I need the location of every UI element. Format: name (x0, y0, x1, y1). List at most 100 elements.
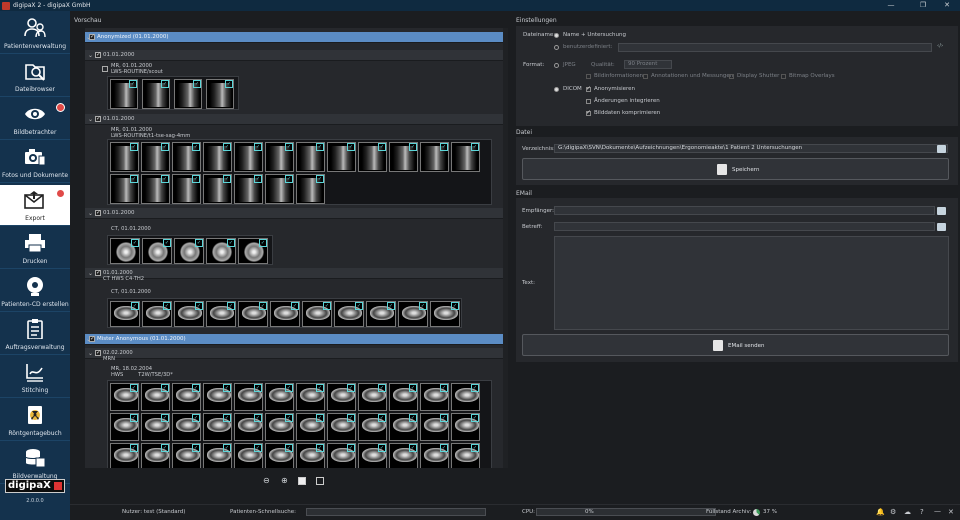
image-thumbnail[interactable] (358, 142, 387, 172)
preview-scrollbar[interactable] (503, 28, 508, 468)
image-thumbnail[interactable] (302, 301, 332, 327)
study-row[interactable]: ⌄ 01.01.2000 (85, 114, 503, 125)
settings-icon[interactable]: ⚙ (890, 508, 896, 516)
image-thumbnail[interactable] (234, 383, 263, 411)
image-thumbnail[interactable] (296, 413, 325, 441)
collapse-arrow-icon[interactable]: ⌄ (88, 52, 93, 59)
preview-tree[interactable]: ⌄ Anonymized (01.01.2000) ⌄ 01.01.2000 M… (85, 28, 503, 468)
image-thumbnail[interactable] (203, 443, 232, 468)
study-checkbox[interactable] (95, 209, 101, 216)
collapse-arrow-icon[interactable]: ⌄ (88, 210, 93, 217)
image-thumbnail[interactable] (327, 413, 356, 441)
email-text-area[interactable] (554, 236, 949, 330)
image-thumbnail[interactable] (172, 443, 201, 468)
restore-button[interactable]: ❐ (912, 0, 934, 11)
image-thumbnail[interactable] (234, 413, 263, 441)
image-thumbnail[interactable] (265, 142, 294, 172)
image-thumbnail[interactable] (141, 443, 170, 468)
image-thumbnail[interactable] (389, 383, 418, 411)
image-thumbnail[interactable] (206, 238, 236, 264)
sidebar-item-drucken[interactable]: Drucken (0, 228, 70, 269)
image-thumbnail[interactable] (174, 301, 204, 327)
shutter-checkbox[interactable] (729, 74, 734, 79)
image-thumbnail[interactable] (172, 413, 201, 441)
image-thumbnail[interactable] (265, 383, 294, 411)
minimize-button[interactable]: — (880, 0, 902, 11)
image-thumbnail[interactable] (234, 443, 263, 468)
image-thumbnail[interactable] (142, 79, 170, 109)
image-thumbnail[interactable] (389, 142, 418, 172)
email-senden-button[interactable]: EMail senden (522, 334, 949, 356)
verzeichnis-input[interactable]: G:\digipaX\SVN\Dokumente\Aufzeichnungen\… (554, 144, 948, 153)
sidebar-item-stitching[interactable]: Stitching (0, 357, 70, 398)
image-thumbnail[interactable] (358, 413, 387, 441)
image-thumbnail[interactable] (420, 443, 449, 468)
image-thumbnail[interactable] (389, 413, 418, 441)
patient-checkbox[interactable] (89, 33, 95, 40)
radio-jpeg[interactable] (554, 63, 559, 68)
image-thumbnail[interactable] (203, 413, 232, 441)
aenderungen-checkbox[interactable] (586, 99, 591, 104)
sidebar-item-bildverwaltung[interactable]: Bildverwaltung (0, 443, 70, 484)
sidebar-item-patientenverwaltung[interactable]: Patientenverwaltung (0, 13, 70, 54)
image-thumbnail[interactable] (234, 174, 263, 204)
image-thumbnail[interactable] (420, 413, 449, 441)
cloud-icon[interactable]: ☁ (904, 508, 911, 516)
image-thumbnail[interactable] (451, 443, 480, 468)
sidebar-item-dateibrowser[interactable]: Dateibrowser (0, 56, 70, 97)
study-row[interactable]: ⌄ 01.01.2000 (85, 50, 503, 61)
series-checkbox[interactable] (102, 66, 108, 72)
image-thumbnail[interactable] (265, 443, 294, 468)
sidebar-item-bildbetrachter[interactable]: Bildbetrachter (0, 99, 70, 140)
image-thumbnail[interactable] (327, 443, 356, 468)
image-thumbnail[interactable] (358, 383, 387, 411)
image-thumbnail[interactable] (174, 79, 202, 109)
study-row[interactable]: ⌄ (85, 348, 503, 359)
image-thumbnail[interactable] (420, 142, 449, 172)
image-thumbnail[interactable] (172, 174, 201, 204)
patient-checkbox[interactable] (89, 335, 95, 342)
speichern-button[interactable]: Speichern (522, 158, 949, 180)
image-thumbnail[interactable] (389, 443, 418, 468)
zoom-in-button[interactable]: ⊕ (281, 476, 288, 485)
image-thumbnail[interactable] (141, 142, 170, 172)
quick-search-input[interactable] (306, 508, 486, 516)
image-thumbnail[interactable] (141, 383, 170, 411)
sidebar-item-roentgentagebuch[interactable]: Röntgentagebuch (0, 400, 70, 441)
image-thumbnail[interactable] (110, 301, 140, 327)
image-thumbnail[interactable] (327, 142, 356, 172)
image-thumbnail[interactable] (366, 301, 396, 327)
image-thumbnail[interactable] (174, 238, 204, 264)
anonymisieren-checkbox[interactable] (586, 85, 591, 92)
image-thumbnail[interactable] (142, 238, 172, 264)
sidebar-item-fotos-und-dokumente[interactable]: Fotos und Dokumente (0, 142, 70, 183)
image-thumbnail[interactable] (451, 383, 480, 411)
template-icon[interactable] (937, 223, 946, 231)
quality-spinbox[interactable]: 90 Prozent (624, 60, 672, 69)
notification-bell-icon[interactable]: 🔔 (876, 508, 885, 516)
zoom-out-button[interactable]: ⊖ (263, 476, 270, 485)
image-thumbnail[interactable] (334, 301, 364, 327)
close-button[interactable]: ✕ (936, 0, 958, 11)
study-checkbox[interactable] (95, 51, 101, 58)
address-book-icon[interactable] (937, 207, 946, 215)
image-thumbnail[interactable] (296, 174, 325, 204)
image-thumbnail[interactable] (451, 142, 480, 172)
study-checkbox[interactable] (95, 115, 101, 122)
image-thumbnail[interactable] (110, 142, 139, 172)
sidebar-item-export[interactable]: Export (0, 185, 70, 226)
image-thumbnail[interactable] (110, 383, 139, 411)
image-thumbnail[interactable] (172, 142, 201, 172)
image-thumbnail[interactable] (238, 301, 268, 327)
image-thumbnail[interactable] (203, 174, 232, 204)
image-thumbnail[interactable] (327, 383, 356, 411)
sidebar-item-patienten-cd[interactable]: Patienten-CD erstellen (0, 271, 70, 312)
image-thumbnail[interactable] (203, 142, 232, 172)
patient-row[interactable]: ⌄ Mister Anonymous (01.01.2000) (85, 334, 503, 345)
image-thumbnail[interactable] (420, 383, 449, 411)
image-thumbnail[interactable] (265, 413, 294, 441)
image-thumbnail[interactable] (358, 443, 387, 468)
select-all-checkbox[interactable] (298, 477, 306, 485)
komprimieren-checkbox[interactable] (586, 109, 591, 116)
custom-filename-input[interactable] (618, 43, 932, 52)
